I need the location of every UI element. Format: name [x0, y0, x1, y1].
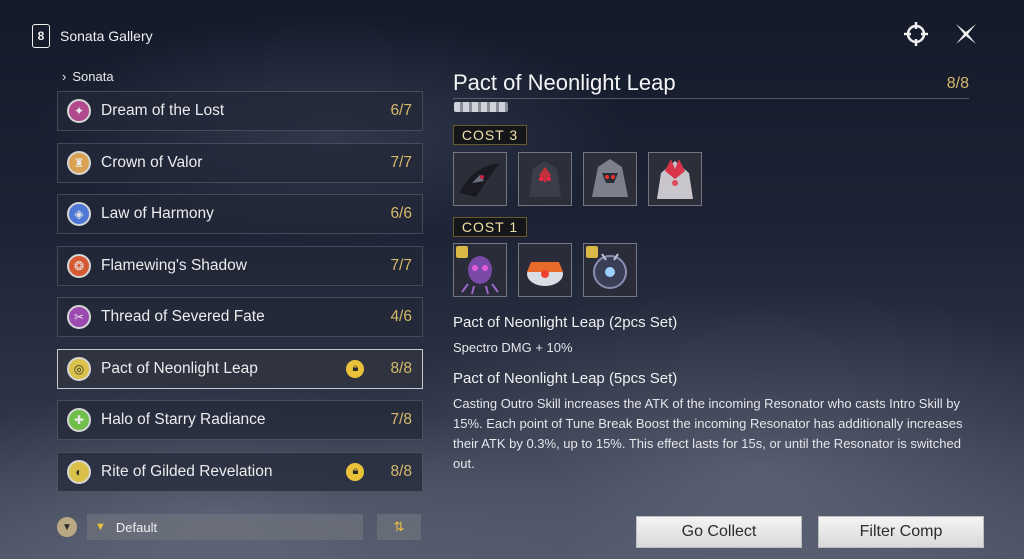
set-count: 4/6 — [390, 308, 412, 325]
set-count: 7/7 — [390, 153, 412, 171]
set-count: 7/7 — [390, 256, 412, 274]
sidebar-item-set[interactable]: ♜ Crown of Valor 7/7 — [57, 142, 423, 183]
set-2pc-header: Pact of Neonlight Leap (2pcs Set) — [453, 314, 678, 331]
set-count: 6/6 — [390, 205, 412, 222]
echo-purple-bug-icon[interactable] — [453, 243, 507, 297]
sort-controls: ▼ ▼ Default ⇅ — [57, 514, 421, 540]
badge-icon — [456, 246, 468, 258]
cost-3-echo-row — [453, 152, 702, 206]
sort-order-icon[interactable]: ⇅ — [377, 514, 421, 540]
set-detail-panel: Pact of Neonlight Leap 8/8 — [453, 70, 969, 112]
cost-1-echo-row — [453, 243, 637, 297]
set-name: Dream of the Lost — [101, 102, 225, 119]
star-crest-icon: ✦ — [67, 99, 91, 123]
sort-select-value: Default — [115, 519, 158, 535]
halo-shield-icon: ✚ — [67, 408, 91, 432]
crown-shield-icon: ♜ — [67, 150, 91, 175]
chevron-down-icon: ▼ — [95, 521, 106, 533]
set-name: Law of Harmony — [101, 205, 214, 222]
sidebar-item-set-selected[interactable]: ◎ Pact of Neonlight Leap 🔒︎ 8/8 — [57, 348, 423, 389]
sidebar-item-set[interactable]: ✚ Halo of Starry Radiance 7/8 — [57, 400, 423, 440]
set-count: 6/7 — [390, 102, 412, 119]
sidebar-item-set[interactable]: ❂ Flamewing's Shadow 7/7 — [57, 245, 423, 286]
filter-comp-button[interactable]: Filter Comp — [818, 516, 984, 548]
harmony-icon: ◈ — [67, 202, 91, 226]
scissors-icon: ✂ — [67, 305, 91, 329]
echo-red-mech-icon[interactable] — [518, 152, 572, 206]
set-count: 8/8 — [390, 462, 412, 480]
breadcrumb-label: Sonata — [72, 69, 114, 84]
set-5pc-header: Pact of Neonlight Leap (5pcs Set) — [453, 370, 678, 387]
echo-raven-icon[interactable] — [453, 152, 507, 206]
set-name: Thread of Severed Fate — [101, 308, 265, 325]
set-name: Crown of Valor — [101, 153, 203, 171]
detail-count: 8/8 — [946, 75, 969, 92]
crosshair-icon[interactable] — [902, 20, 930, 48]
set-name: Halo of Starry Radiance — [101, 411, 266, 428]
cost-3-label: COST 3 — [453, 125, 527, 145]
page-title-text: Sonata Gallery — [60, 28, 153, 44]
filter-icon[interactable]: ▼ — [57, 517, 77, 537]
detail-title: Pact of Neonlight Leap — [453, 70, 676, 95]
sidebar-item-set[interactable]: ✦ Dream of the Lost 6/7 — [57, 91, 423, 131]
echo-orange-drone-icon[interactable] — [518, 243, 572, 297]
rarity-tag — [454, 102, 508, 112]
echo-dark-orb-icon[interactable] — [583, 243, 637, 297]
cost-1-label: COST 1 — [453, 217, 527, 237]
page-title: 8 Sonata Gallery — [32, 24, 153, 48]
divider — [453, 98, 969, 99]
sort-select[interactable]: ▼ Default — [87, 514, 363, 540]
badge-icon — [586, 246, 598, 258]
chevron-right-icon: › — [62, 69, 67, 84]
lock-icon[interactable]: 🔒︎ — [346, 359, 365, 378]
sidebar-item-set[interactable]: ✂ Thread of Severed Fate 4/6 — [57, 297, 423, 337]
top-icons — [902, 20, 980, 48]
set-count: 7/8 — [390, 411, 412, 428]
set-name: Rite of Gilded Revelation — [101, 462, 273, 480]
set-name: Flamewing's Shadow — [101, 256, 247, 274]
echo-crystal-beast-icon[interactable] — [648, 152, 702, 206]
flame-wing-icon: ❂ — [67, 253, 91, 278]
go-collect-button[interactable]: Go Collect — [636, 516, 802, 548]
set-name: Pact of Neonlight Leap — [101, 359, 258, 377]
gallery-logo-icon: 8 — [32, 24, 50, 48]
set-5pc-effect: Casting Outro Skill increases the ATK of… — [453, 396, 963, 471]
sidebar-item-set[interactable]: ◈ Law of Harmony 6/6 — [57, 194, 423, 234]
echo-silver-mech-icon[interactable] — [583, 152, 637, 206]
breadcrumb[interactable]: › Sonata — [62, 69, 114, 84]
set-count: 8/8 — [390, 359, 412, 377]
pact-shield-icon: ◎ — [67, 356, 91, 381]
close-icon[interactable] — [952, 20, 980, 48]
set-2pc-effect: Spectro DMG + 10% — [453, 340, 573, 355]
sonata-set-list: ✦ Dream of the Lost 6/7 ♜ Crown of Valor… — [57, 91, 423, 503]
lock-icon[interactable]: 🔒︎ — [346, 462, 365, 481]
gilded-ring-icon: ◐ — [67, 459, 91, 484]
sidebar-item-set[interactable]: ◐ Rite of Gilded Revelation 🔒︎ 8/8 — [57, 451, 423, 492]
